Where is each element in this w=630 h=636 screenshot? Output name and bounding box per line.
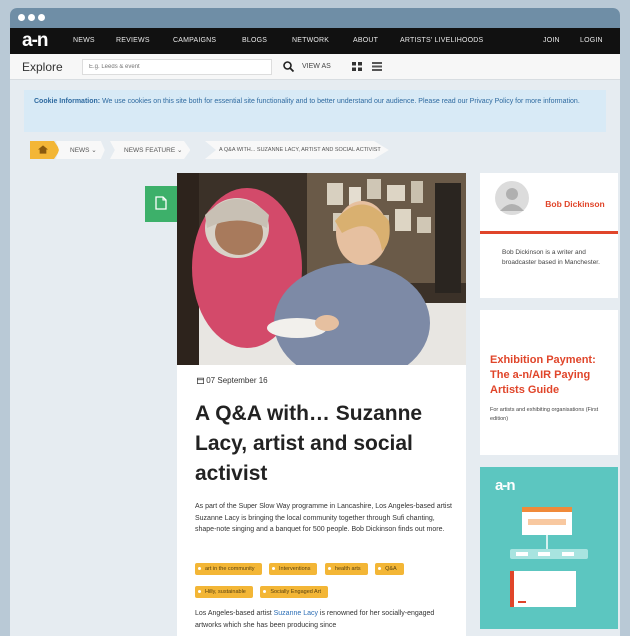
author-divider (480, 231, 618, 234)
cookie-heading: Cookie Information: (34, 98, 101, 105)
top-navigation: a-n NEWS REVIEWS CAMPAIGNS BLOGS NETWORK… (10, 28, 620, 54)
window-dot-icon[interactable] (18, 14, 25, 21)
article-lede: As part of the Super Slow Way programme … (195, 503, 452, 533)
window-dot-icon[interactable] (38, 14, 45, 21)
nav-item-network[interactable]: NETWORK (292, 37, 329, 44)
breadcrumb: NEWS ⌄ NEWS FEATURE ⌄ A Q&A WITH... SUZA… (30, 141, 470, 159)
tag[interactable]: Hilly, sustainable (195, 586, 253, 598)
login-link[interactable]: LOGIN (580, 37, 603, 44)
window-dot-icon[interactable] (28, 14, 35, 21)
search-icon[interactable] (282, 60, 295, 73)
breadcrumb-item-news[interactable]: NEWS ⌄ (56, 141, 105, 159)
breadcrumb-home[interactable] (30, 141, 60, 159)
list-view-icon[interactable] (372, 62, 382, 71)
tag[interactable]: Interventions (268, 563, 318, 575)
tag[interactable]: art in the community (195, 563, 262, 575)
guide-ad-title[interactable]: Exhibition Payment: The a-n/AIR Paying A… (490, 353, 614, 398)
nav-item-artists-livelihoods[interactable]: ARTISTS' LIVELIHOODS (400, 37, 483, 44)
artist-link[interactable]: Suzanne Lacy (274, 610, 318, 617)
nav-item-about[interactable]: ABOUT (353, 37, 378, 44)
search-input[interactable] (82, 59, 272, 75)
tag[interactable]: Socially Engaged Art (260, 586, 329, 598)
author-name[interactable]: Bob Dickinson (536, 199, 614, 209)
article-body: Los Angeles-based artist Suzanne Lacy is… (195, 610, 435, 629)
breadcrumb-item-news-feature[interactable]: NEWS FEATURE ⌄ (110, 141, 191, 159)
avatar[interactable] (495, 181, 529, 215)
nav-item-reviews[interactable]: REVIEWS (116, 37, 150, 44)
article-title: A Q&A with… Suzanne Lacy, artist and soc… (195, 402, 423, 485)
cookie-banner: Cookie Information: We use cookies on th… (24, 90, 606, 132)
browser-window: a-n NEWS REVIEWS CAMPAIGNS BLOGS NETWORK… (10, 8, 620, 636)
site-logo[interactable]: a-n (22, 30, 48, 52)
guide-ad[interactable]: Exhibition Payment: The a-n/AIR Paying A… (480, 310, 618, 455)
view-as-label: VIEW AS (302, 63, 331, 70)
nav-item-campaigns[interactable]: CAMPAIGNS (173, 37, 216, 44)
calendar-icon (197, 377, 204, 384)
article-card: 07 September 16 A Q&A with… Suzanne Lacy… (177, 173, 466, 636)
author-card: Bob Dickinson Bob Dickinson is a writer … (480, 173, 618, 298)
breadcrumb-item-current[interactable]: A Q&A WITH... SUZANNE LACY, ARTIST AND S… (205, 141, 389, 159)
guide-ad-subtitle: For artists and exhibiting organisations… (490, 407, 599, 422)
explore-label: Explore (22, 60, 63, 74)
article-photo[interactable] (177, 173, 466, 365)
document-tab[interactable] (145, 186, 177, 222)
nav-item-news[interactable]: NEWS (73, 37, 95, 44)
author-bio: Bob Dickinson is a writer and broadcaste… (502, 249, 600, 266)
window-chrome (10, 8, 620, 28)
tag-list: art in the community Interventions healt… (195, 557, 460, 603)
document-icon (155, 196, 167, 210)
promo-illustration (510, 507, 588, 607)
tag[interactable]: Q&A (375, 563, 404, 575)
nav-item-blogs[interactable]: BLOGS (242, 37, 267, 44)
join-link[interactable]: JOIN (543, 37, 560, 44)
article-date: 07 September 16 (197, 376, 268, 385)
promo-banner[interactable]: a-n (480, 467, 618, 629)
grid-view-icon[interactable] (352, 62, 362, 71)
explore-bar: Explore VIEW AS (10, 54, 620, 80)
home-icon (38, 145, 48, 154)
tag[interactable]: health arts (324, 563, 368, 575)
cookie-text: We use cookies on this site both for ess… (102, 98, 580, 105)
